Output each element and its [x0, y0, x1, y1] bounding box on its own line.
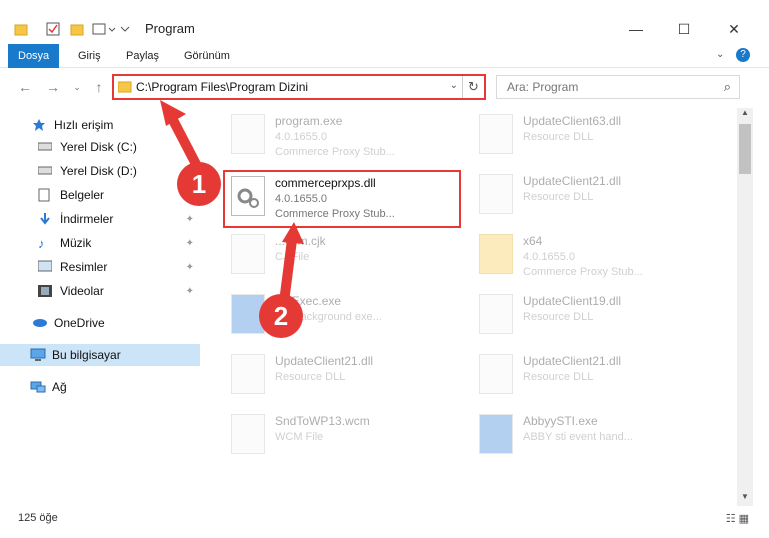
- annotation-arrows: [160, 100, 304, 307]
- step-2-badge: 2: [259, 294, 303, 338]
- step-1-badge: 1: [177, 162, 221, 206]
